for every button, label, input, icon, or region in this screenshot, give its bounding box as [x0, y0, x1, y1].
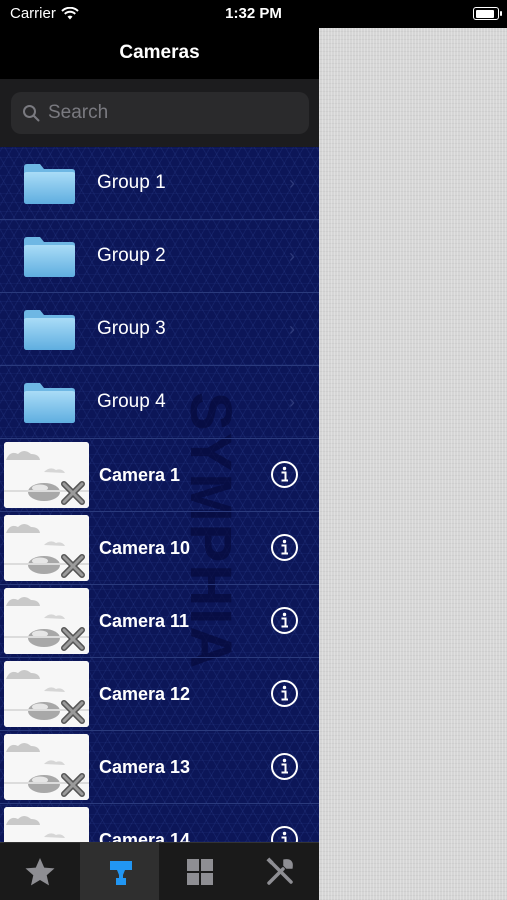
camera-label: Camera 12 — [99, 683, 191, 704]
detail-pane-background — [319, 28, 507, 900]
camera-icon — [109, 861, 132, 885]
folder-icon — [24, 237, 75, 277]
camera-row-3[interactable]: Camera 11 — [0, 585, 319, 658]
group-row-2[interactable]: Group 2 › — [0, 220, 319, 293]
camera-thumbnail — [4, 661, 89, 727]
camera-row-1[interactable]: Camera 1 — [0, 439, 319, 512]
folder-icon — [24, 310, 75, 350]
camera-row-2[interactable]: Camera 10 — [0, 512, 319, 585]
camera-thumbnail — [4, 442, 89, 508]
star-icon — [25, 858, 54, 886]
search-placeholder: Search — [48, 102, 109, 123]
grid-icon — [186, 859, 213, 885]
camera-label: Camera 13 — [99, 756, 191, 777]
tab-camera[interactable] — [80, 843, 159, 900]
group-label: Group 4 — [97, 391, 166, 412]
no-image-icon — [4, 588, 89, 654]
camera-label: Camera 11 — [99, 610, 190, 631]
group-label: Group 2 — [97, 245, 166, 266]
camera-list[interactable]: SYMPHIA Group 1 › Group 2 › Group 3 › Gr… — [0, 147, 319, 842]
no-image-icon — [4, 734, 89, 800]
folder-icon — [24, 164, 75, 204]
camera-label: Camera 14 — [99, 829, 191, 843]
no-image-icon — [4, 661, 89, 727]
tab-star[interactable] — [0, 843, 79, 900]
chevron-right-icon: › — [289, 245, 295, 266]
tab-tools[interactable] — [240, 843, 319, 900]
nav-bar: Cameras — [0, 28, 319, 79]
chevron-right-icon: › — [289, 318, 295, 339]
status-time: 1:32 PM — [225, 5, 282, 22]
camera-row-6[interactable]: Camera 14 — [0, 804, 319, 842]
info-icon[interactable] — [270, 460, 299, 489]
info-icon[interactable] — [270, 533, 299, 562]
info-icon[interactable] — [270, 679, 299, 708]
chevron-right-icon: › — [289, 172, 295, 193]
group-label: Group 1 — [97, 172, 166, 193]
camera-label: Camera 10 — [99, 537, 191, 558]
info-icon[interactable] — [270, 825, 299, 842]
camera-label: Camera 1 — [99, 464, 181, 485]
camera-row-4[interactable]: Camera 12 — [0, 658, 319, 731]
camera-thumbnail — [4, 734, 89, 800]
battery-icon — [473, 7, 502, 20]
camera-row-5[interactable]: Camera 13 — [0, 731, 319, 804]
tools-icon — [265, 857, 293, 885]
page-title: Cameras — [119, 42, 200, 63]
no-image-icon — [4, 807, 89, 842]
tab-grid[interactable] — [160, 843, 239, 900]
search-bar: Search — [0, 79, 319, 147]
group-row-3[interactable]: Group 3 › — [0, 293, 319, 366]
cameras-panel: Cameras Search SYMPHIA Group 1 › Group 2… — [0, 28, 319, 900]
group-row-1[interactable]: Group 1 › — [0, 147, 319, 220]
search-input[interactable]: Search — [11, 92, 309, 134]
group-row-4[interactable]: Group 4 › — [0, 366, 319, 439]
camera-thumbnail — [4, 588, 89, 654]
chevron-right-icon: › — [289, 391, 295, 412]
status-bar: Carrier 1:32 PM — [0, 0, 507, 28]
group-label: Group 3 — [97, 318, 166, 339]
list-rows: Group 1 › Group 2 › Group 3 › Group 4 › … — [0, 147, 319, 842]
folder-icon — [24, 383, 75, 423]
search-icon — [23, 105, 40, 122]
no-image-icon — [4, 515, 89, 581]
camera-thumbnail — [4, 807, 89, 842]
info-icon[interactable] — [270, 606, 299, 635]
info-icon[interactable] — [270, 752, 299, 781]
no-image-icon — [4, 442, 89, 508]
tab-bar — [0, 842, 319, 900]
camera-thumbnail — [4, 515, 89, 581]
battery-fill — [475, 9, 494, 18]
